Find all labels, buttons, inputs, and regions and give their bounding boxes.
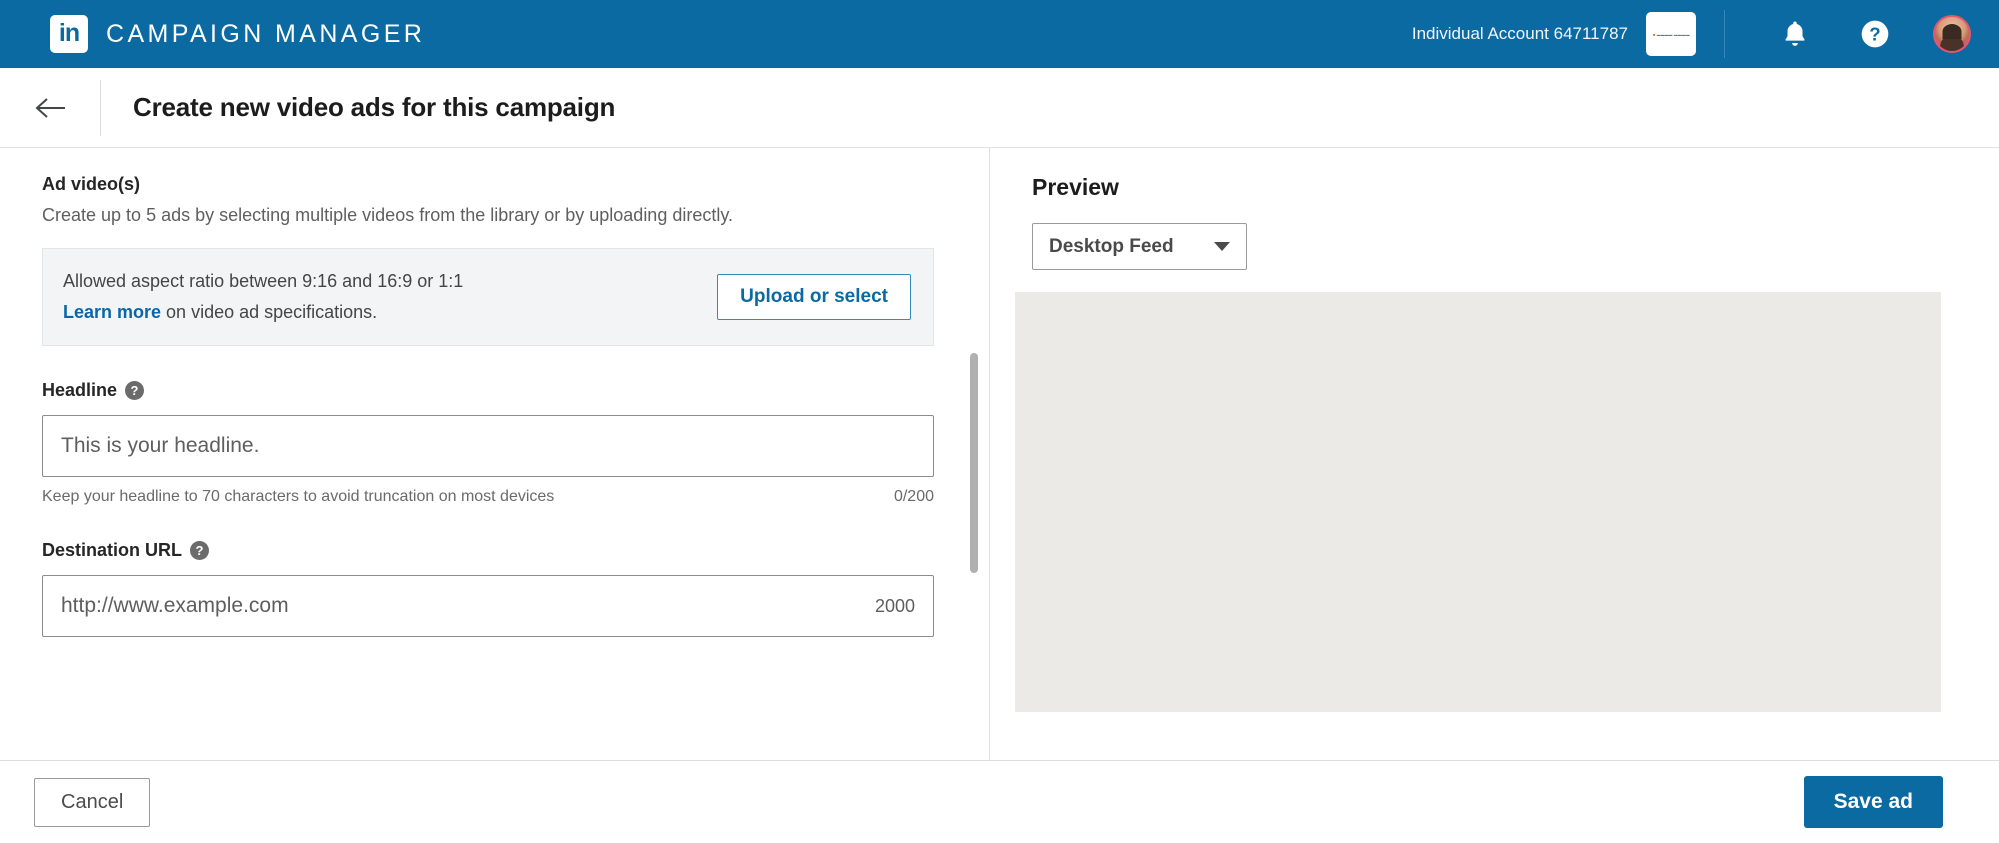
upload-or-select-button[interactable]: Upload or select [717, 274, 911, 320]
destination-url-character-counter: 2000 [875, 596, 915, 617]
destination-url-field-block: Destination URL ? http://www.example.com… [42, 540, 934, 637]
page-subheader: Create new video ads for this campaign [0, 68, 1999, 148]
brand-title: CAMPAIGN MANAGER [106, 20, 425, 49]
save-ad-button[interactable]: Save ad [1804, 776, 1943, 828]
form-scrollbar-thumb[interactable] [970, 353, 978, 573]
upload-info-panel: Allowed aspect ratio between 9:16 and 16… [42, 248, 934, 346]
page-title: Create new video ads for this campaign [133, 92, 615, 123]
headline-placeholder: This is your headline. [61, 434, 259, 458]
preview-canvas [1015, 292, 1941, 712]
destination-url-input[interactable]: http://www.example.com 2000 [42, 575, 934, 637]
headline-field-block: Headline ? This is your headline. Keep y… [42, 380, 934, 506]
destination-url-label: Destination URL [42, 540, 182, 561]
account-label: Individual Account 64711787 [1412, 24, 1628, 44]
notifications-bell-icon[interactable] [1767, 6, 1823, 62]
headline-label-row: Headline ? [42, 380, 934, 401]
ad-form-panel: Ad video(s) Create up to 5 ads by select… [0, 148, 990, 760]
page-body: Ad video(s) Create up to 5 ads by select… [0, 148, 1999, 760]
top-navigation-bar: in CAMPAIGN MANAGER Individual Account 6… [0, 0, 1999, 68]
form-footer: Cancel Save ad [0, 760, 1999, 843]
ad-videos-description: Create up to 5 ads by selecting multiple… [42, 205, 934, 226]
upload-info-text: Allowed aspect ratio between 9:16 and 16… [63, 271, 463, 323]
brand-home-link[interactable]: in CAMPAIGN MANAGER [50, 15, 425, 53]
cancel-button[interactable]: Cancel [34, 778, 150, 827]
preview-format-value: Desktop Feed [1049, 236, 1174, 258]
preview-format-select[interactable]: Desktop Feed [1032, 223, 1247, 270]
user-avatar[interactable] [1933, 15, 1971, 53]
linkedin-logo-icon: in [50, 15, 88, 53]
preview-panel: Preview Desktop Feed [990, 148, 1999, 760]
nav-divider [1724, 10, 1725, 58]
spec-text-rest: on video ad specifications. [161, 302, 377, 322]
ad-videos-section-title: Ad video(s) [42, 174, 934, 195]
svg-text:?: ? [1869, 24, 1880, 45]
ad-videos-label: Ad video(s) [42, 174, 140, 195]
preview-title: Preview [1032, 174, 1999, 201]
destination-url-placeholder: http://www.example.com [61, 594, 289, 618]
subheader-divider [100, 80, 101, 136]
headline-label: Headline [42, 380, 117, 401]
top-nav-right-group: Individual Account 64711787 ■ ▬▬▬▬ ▬▬▬▬ … [1412, 0, 1977, 68]
headline-input[interactable]: This is your headline. [42, 415, 934, 477]
headline-helper-row: Keep your headline to 70 characters to a… [42, 488, 934, 506]
form-scrollbar[interactable] [970, 148, 978, 760]
account-logo-thumbnail[interactable]: ■ ▬▬▬▬ ▬▬▬▬ [1646, 12, 1696, 56]
destination-url-help-icon[interactable]: ? [190, 541, 209, 560]
learn-more-link[interactable]: Learn more [63, 302, 161, 322]
account-logo-mark: ■ ▬▬▬▬ ▬▬▬▬ [1653, 32, 1690, 37]
headline-character-counter: 0/200 [894, 488, 934, 506]
headline-help-icon[interactable]: ? [125, 381, 144, 400]
spec-text-line: Learn more on video ad specifications. [63, 302, 463, 323]
back-arrow-icon[interactable] [0, 68, 100, 147]
chevron-down-icon [1214, 242, 1230, 251]
campaign-manager-app: in CAMPAIGN MANAGER Individual Account 6… [0, 0, 1999, 843]
headline-helper-text: Keep your headline to 70 characters to a… [42, 488, 554, 506]
destination-url-label-row: Destination URL ? [42, 540, 934, 561]
help-question-icon[interactable]: ? [1847, 6, 1903, 62]
aspect-ratio-text: Allowed aspect ratio between 9:16 and 16… [63, 271, 463, 292]
